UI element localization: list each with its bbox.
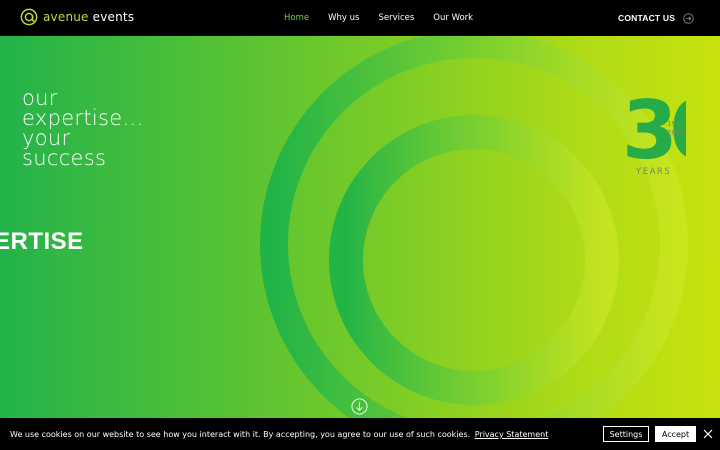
contact-us-button[interactable]: CONTACT US bbox=[618, 0, 694, 36]
close-icon[interactable] bbox=[703, 429, 713, 439]
tagline-line: expertise... bbox=[22, 106, 144, 130]
at-sign-icon bbox=[20, 8, 38, 26]
cookie-settings-button[interactable]: Settings bbox=[603, 426, 649, 442]
main-nav: Home Why us Services Our Work bbox=[284, 0, 492, 36]
arrow-down-circle-icon[interactable] bbox=[351, 398, 368, 415]
nav-services[interactable]: Services bbox=[378, 13, 414, 23]
nav-home[interactable]: Home bbox=[284, 13, 309, 23]
30-years-badge: 30 1996 2026 YEARS bbox=[622, 86, 686, 177]
arrow-right-circle-icon bbox=[683, 12, 694, 24]
cookie-text: We use cookies on our website to see how… bbox=[10, 430, 471, 439]
nav-why-us[interactable]: Why us bbox=[328, 13, 359, 23]
hero-tagline: our expertise... your success bbox=[22, 86, 144, 170]
privacy-statement-link[interactable]: Privacy Statement bbox=[475, 430, 549, 439]
cookie-message: We use cookies on our website to see how… bbox=[10, 430, 548, 439]
logo-text: avenue events bbox=[43, 10, 135, 24]
tagline-line: success bbox=[22, 146, 107, 170]
badge-years-label: YEARS bbox=[635, 167, 671, 177]
tagline-line: our bbox=[22, 86, 58, 110]
cookie-accept-button[interactable]: Accept bbox=[655, 426, 696, 442]
site-header: avenue events Home Why us Services Our W… bbox=[0, 0, 720, 36]
contact-us-label: CONTACT US bbox=[618, 13, 676, 23]
cookie-banner: We use cookies on our website to see how… bbox=[0, 418, 720, 450]
badge-end-year: 2026 bbox=[667, 129, 685, 137]
nav-our-work[interactable]: Our Work bbox=[433, 13, 473, 23]
badge-start-year: 1996 bbox=[667, 120, 685, 128]
hero-section: our expertise... your success ERTISE 30 … bbox=[0, 36, 720, 418]
logo[interactable]: avenue events bbox=[20, 8, 134, 26]
tagline-line: your bbox=[22, 126, 71, 150]
scrolling-headline: ERTISE bbox=[0, 228, 84, 255]
